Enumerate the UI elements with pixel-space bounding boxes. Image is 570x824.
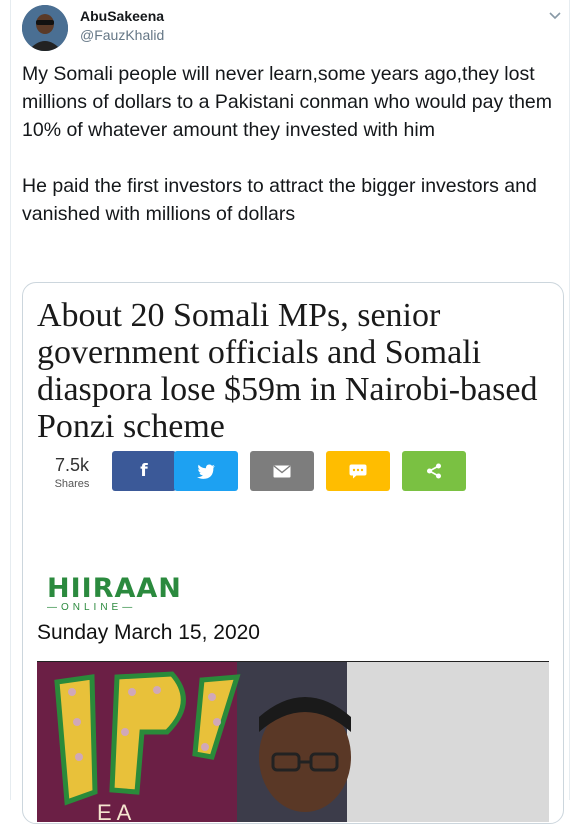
email-icon bbox=[273, 464, 291, 477]
facebook-share-button[interactable]: f bbox=[112, 451, 176, 491]
article-photo: E A bbox=[37, 661, 549, 822]
share-count: 7.5k bbox=[54, 455, 90, 475]
sms-icon bbox=[349, 464, 367, 478]
generic-share-button[interactable] bbox=[402, 451, 466, 491]
twitter-icon bbox=[197, 464, 215, 479]
chevron-down-icon[interactable] bbox=[548, 8, 562, 22]
timeline-border-left bbox=[10, 0, 11, 800]
author-name[interactable]: AbuSakeena bbox=[80, 8, 164, 24]
share-label: Shares bbox=[54, 478, 90, 490]
email-share-button[interactable] bbox=[250, 451, 314, 491]
facebook-icon: f bbox=[140, 461, 148, 481]
sms-share-button[interactable] bbox=[326, 451, 390, 491]
tweet-text: My Somali people will never learn,some y… bbox=[22, 63, 553, 225]
svg-text:E A: E A bbox=[97, 800, 132, 822]
link-card[interactable]: About 20 Somali MPs, senior government o… bbox=[22, 282, 564, 824]
card-headline[interactable]: About 20 Somali MPs, senior government o… bbox=[37, 297, 547, 445]
share-counter: 7.5k Shares bbox=[37, 455, 107, 490]
logo-text: HIIRAAN bbox=[47, 573, 182, 604]
share-icon bbox=[427, 463, 441, 479]
author-handle[interactable]: @FauzKhalid bbox=[80, 27, 164, 43]
avatar[interactable] bbox=[22, 5, 68, 51]
article-date: Sunday March 15, 2020 bbox=[37, 621, 260, 644]
twitter-share-button[interactable] bbox=[174, 451, 238, 491]
hiiraan-logo: HIIRAAN —ONLINE— bbox=[47, 573, 182, 613]
